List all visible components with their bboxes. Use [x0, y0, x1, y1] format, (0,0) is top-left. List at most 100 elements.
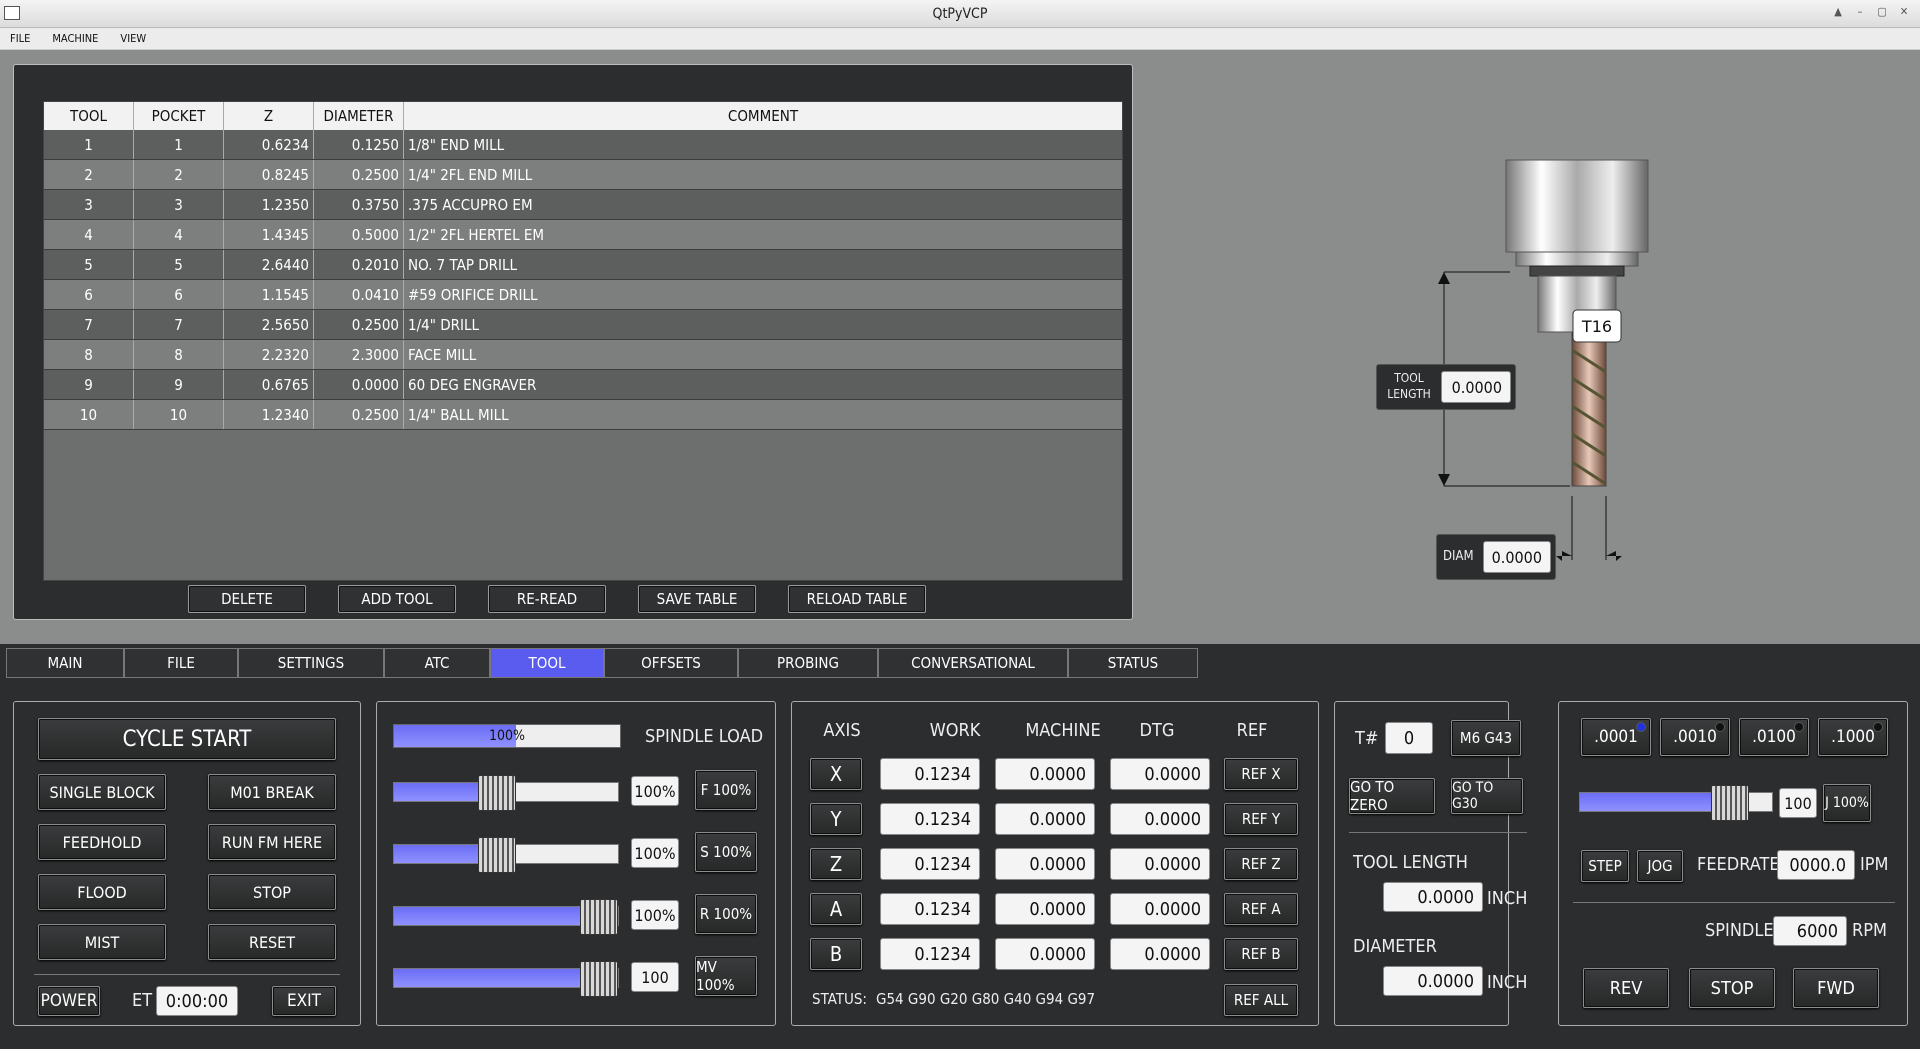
cell-tool[interactable]: 9 — [44, 370, 134, 399]
max-velocity-override-reset-button[interactable]: MV 100% — [695, 956, 757, 996]
spindle-rev-button[interactable]: REV — [1583, 968, 1669, 1008]
rapid-override-knob[interactable] — [580, 899, 618, 935]
close-icon[interactable]: ✕ — [1896, 4, 1912, 20]
cell-diameter[interactable]: 0.2500 — [314, 400, 404, 429]
jog-increment-button[interactable]: .0100 — [1739, 718, 1809, 756]
rapid-override-slider[interactable] — [393, 899, 619, 935]
feed-override-knob[interactable] — [478, 775, 516, 811]
ref-b-button[interactable]: REF B — [1224, 938, 1298, 970]
cell-diameter[interactable]: 0.2500 — [314, 310, 404, 339]
table-row[interactable]: 10 10 1.2340 0.2500 1/4" BALL MILL — [44, 400, 1122, 430]
cell-diameter[interactable]: 0.1250 — [314, 130, 404, 159]
cell-tool[interactable]: 1 — [44, 130, 134, 159]
cell-tool[interactable]: 3 — [44, 190, 134, 219]
jog-increment-button[interactable]: .1000 — [1818, 718, 1888, 756]
table-row[interactable]: 3 3 1.2350 0.3750.375 ACCUPRO EM — [44, 190, 1122, 220]
ref-x-button[interactable]: REF X — [1224, 758, 1298, 790]
m6-g43-button[interactable]: M6 G43 — [1451, 720, 1521, 756]
cell-comment[interactable]: 60 DEG ENGRAVER — [404, 370, 1122, 399]
tool-number-input[interactable]: 0 — [1385, 722, 1433, 754]
header-z[interactable]: Z — [224, 102, 314, 130]
cell-diameter[interactable]: 0.2500 — [314, 160, 404, 189]
diameter-input[interactable]: 0.0000 — [1383, 966, 1483, 996]
header-diameter[interactable]: DIAMETER — [314, 102, 404, 130]
cell-pocket[interactable]: 9 — [134, 370, 224, 399]
cell-tool[interactable]: 10 — [44, 400, 134, 429]
run-fm-here-button[interactable]: RUN FM HERE — [208, 824, 336, 860]
feedrate-input[interactable]: 0000.0 — [1777, 850, 1855, 880]
rapid-override-reset-button[interactable]: R 100% — [695, 894, 757, 934]
ref-all-button[interactable]: REF ALL — [1224, 984, 1298, 1016]
table-row[interactable]: 4 4 1.4345 0.5000 1/2" 2FL HERTEL EM — [44, 220, 1122, 250]
exit-button[interactable]: EXIT — [272, 986, 336, 1016]
jog-100-button[interactable]: J 100% — [1823, 784, 1871, 822]
cell-comment[interactable]: NO. 7 TAP DRILL — [404, 250, 1122, 279]
flood-button[interactable]: FLOOD — [38, 874, 166, 910]
axis-y-button[interactable]: Y — [810, 803, 862, 835]
cell-tool[interactable]: 6 — [44, 280, 134, 309]
tab-file[interactable]: FILE — [124, 648, 238, 678]
axis-b-button[interactable]: B — [810, 938, 862, 970]
jog-rate-knob[interactable] — [1711, 785, 1749, 821]
delete-button[interactable]: DELETE — [188, 585, 306, 613]
cell-diameter[interactable]: 0.0410 — [314, 280, 404, 309]
cell-z[interactable]: 2.5650 — [224, 310, 314, 339]
cell-diameter[interactable]: 0.0000 — [314, 370, 404, 399]
menu-file[interactable]: FILE — [6, 32, 34, 45]
cell-comment[interactable]: FACE MILL — [404, 340, 1122, 369]
cell-pocket[interactable]: 7 — [134, 310, 224, 339]
cell-pocket[interactable]: 4 — [134, 220, 224, 249]
keep-above-icon[interactable]: ▲ — [1830, 4, 1846, 20]
header-comment[interactable]: COMMENT — [404, 102, 1122, 130]
table-row[interactable]: 5 5 2.6440 0.2010 NO. 7 TAP DRILL — [44, 250, 1122, 280]
table-row[interactable]: 7 7 2.5650 0.2500 1/4" DRILL — [44, 310, 1122, 340]
tab-main[interactable]: MAIN — [6, 648, 124, 678]
spindle-override-reset-button[interactable]: S 100% — [695, 832, 757, 872]
single-block-button[interactable]: SINGLE BLOCK — [38, 774, 166, 810]
add-tool-button[interactable]: ADD TOOL — [338, 585, 456, 613]
header-pocket[interactable]: POCKET — [134, 102, 224, 130]
cell-z[interactable]: 0.8245 — [224, 160, 314, 189]
max-velocity-override-knob[interactable] — [580, 961, 618, 997]
reset-button[interactable]: RESET — [208, 924, 336, 960]
jog-increment-button[interactable]: .0010 — [1660, 718, 1730, 756]
cell-diameter[interactable]: 0.3750 — [314, 190, 404, 219]
cell-diameter[interactable]: 0.2010 — [314, 250, 404, 279]
tool-table[interactable]: TOOL POCKET Z DIAMETER COMMENT 1 1 0.6234 0… — [43, 101, 1123, 581]
cell-pocket[interactable]: 8 — [134, 340, 224, 369]
minimize-icon[interactable]: – — [1852, 4, 1868, 20]
tab-tool[interactable]: TOOL — [490, 648, 604, 678]
ref-a-button[interactable]: REF A — [1224, 893, 1298, 925]
cell-tool[interactable]: 7 — [44, 310, 134, 339]
cell-tool[interactable]: 2 — [44, 160, 134, 189]
axis-z-button[interactable]: Z — [810, 848, 862, 880]
cell-comment[interactable]: 1/4" BALL MILL — [404, 400, 1122, 429]
spindle-speed-input[interactable]: 6000 — [1773, 916, 1847, 946]
go-to-g30-button[interactable]: GO TO G30 — [1451, 778, 1523, 814]
spindle-fwd-button[interactable]: FWD — [1793, 968, 1879, 1008]
table-row[interactable]: 6 6 1.1545 0.0410 #59 ORIFICE DRILL — [44, 280, 1122, 310]
cell-diameter[interactable]: 2.3000 — [314, 340, 404, 369]
max-velocity-override-slider[interactable] — [393, 961, 619, 997]
ref-z-button[interactable]: REF Z — [1224, 848, 1298, 880]
axis-x-button[interactable]: X — [810, 758, 862, 790]
table-row[interactable]: 2 2 0.8245 0.2500 1/4" 2FL END MILL — [44, 160, 1122, 190]
cell-z[interactable]: 0.6765 — [224, 370, 314, 399]
cell-z[interactable]: 0.6234 — [224, 130, 314, 159]
spindle-override-knob[interactable] — [478, 837, 516, 873]
cell-z[interactable]: 1.4345 — [224, 220, 314, 249]
cell-pocket[interactable]: 3 — [134, 190, 224, 219]
cell-z[interactable]: 2.2320 — [224, 340, 314, 369]
cell-pocket[interactable]: 6 — [134, 280, 224, 309]
tab-settings[interactable]: SETTINGS — [238, 648, 384, 678]
table-row[interactable]: 8 8 2.2320 2.3000 FACE MILL — [44, 340, 1122, 370]
feed-override-reset-button[interactable]: F 100% — [695, 770, 757, 810]
cell-diameter[interactable]: 0.5000 — [314, 220, 404, 249]
re-read-button[interactable]: RE-READ — [488, 585, 606, 613]
table-row[interactable]: 9 9 0.6765 0.0000 60 DEG ENGRAVER — [44, 370, 1122, 400]
tab-probing[interactable]: PROBING — [738, 648, 878, 678]
cell-pocket[interactable]: 2 — [134, 160, 224, 189]
jog-button[interactable]: JOG — [1637, 850, 1683, 882]
cycle-start-button[interactable]: CYCLE START — [38, 718, 336, 760]
table-row[interactable]: 1 1 0.6234 0.1250 1/8" END MILL — [44, 130, 1122, 160]
